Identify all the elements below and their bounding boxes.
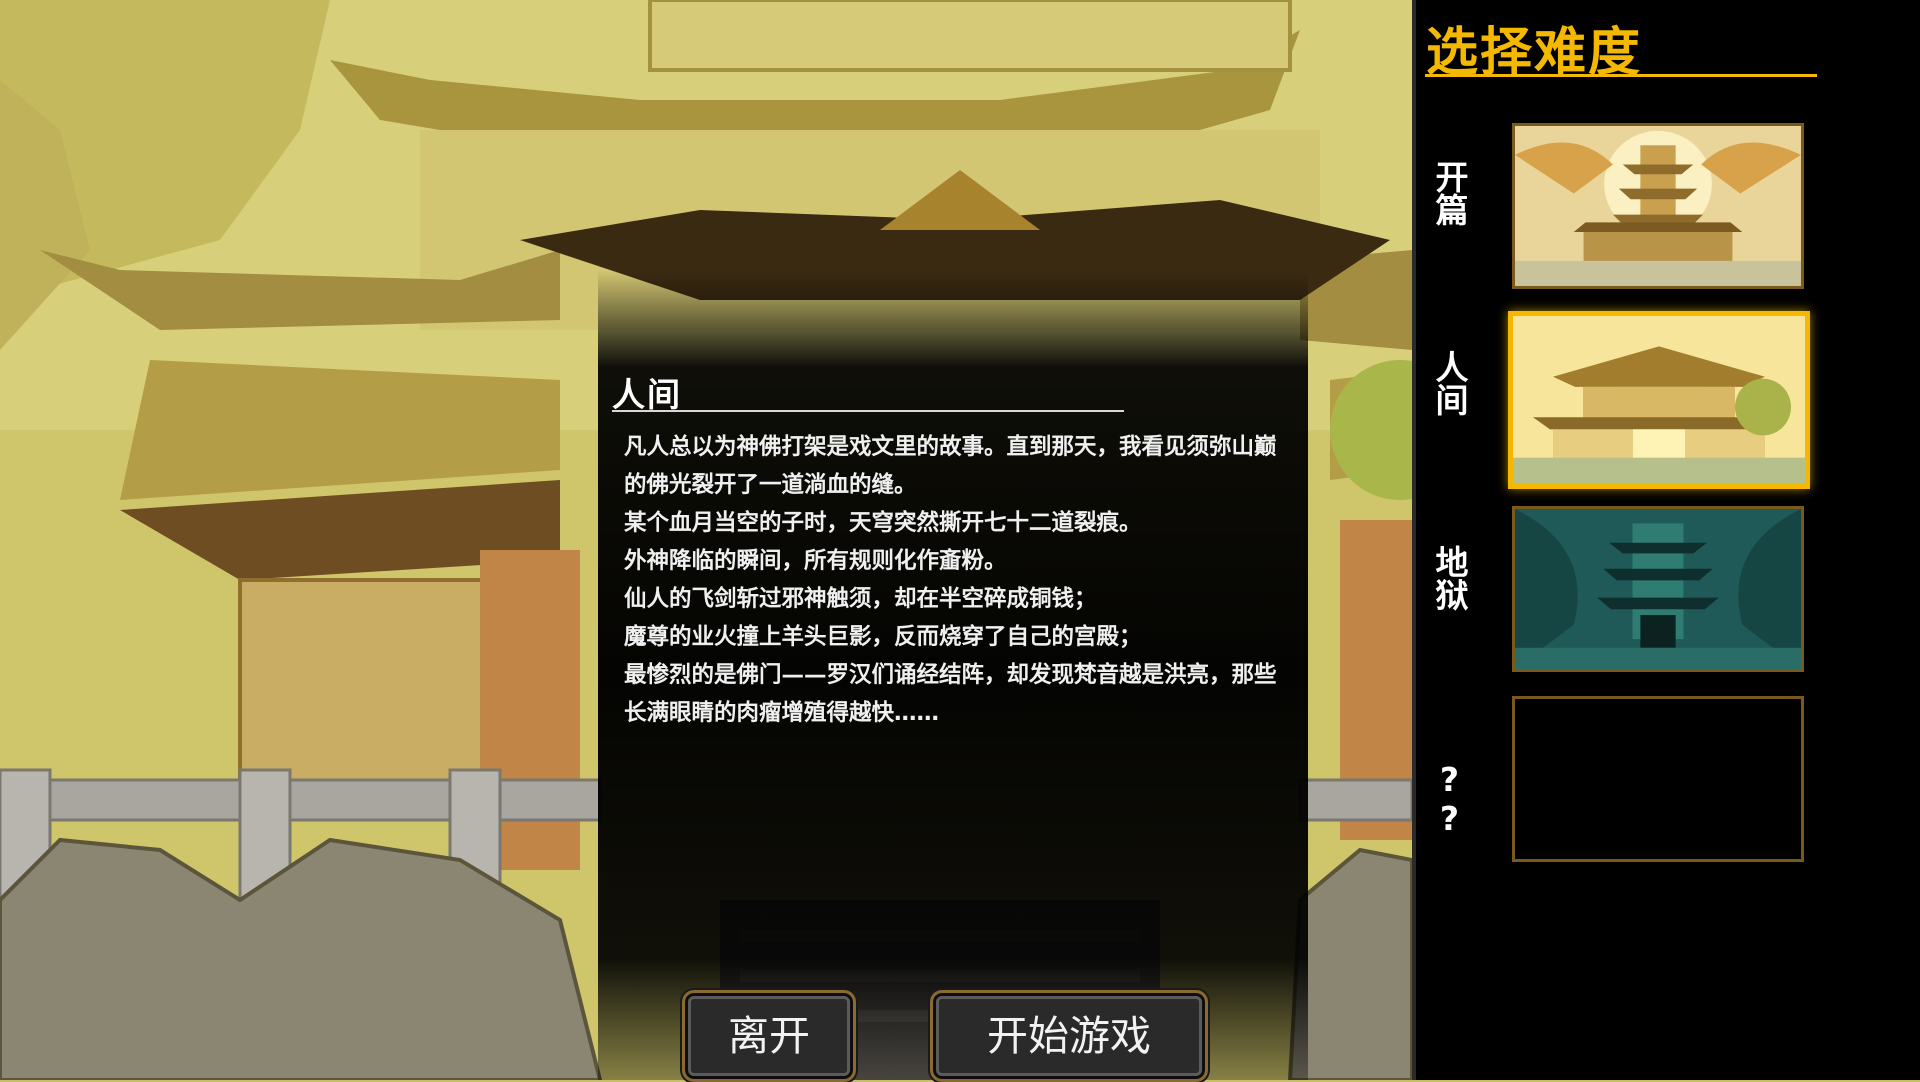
story-line: 仙人的飞剑斩过邪神触须，却在半空碎成铜钱； — [624, 586, 1097, 612]
difficulty-option-locked[interactable] — [1512, 696, 1804, 862]
story-line: 外神降临的瞬间，所有规则化作齑粉。 — [624, 548, 1007, 574]
sidebar-divider — [1425, 74, 1817, 77]
difficulty-label-locked: ?? — [1430, 760, 1469, 838]
panel-title: 人间 — [612, 375, 682, 414]
difficulty-option-opening[interactable] — [1512, 123, 1804, 289]
difficulty-label-opening: 开篇 — [1430, 160, 1469, 226]
difficulty-label-hell: 地狱 — [1430, 545, 1469, 611]
locked-thumbnail — [1515, 699, 1801, 859]
yellow-temple-thumbnail — [1513, 316, 1805, 484]
teal-hell-pagoda-thumbnail — [1515, 509, 1801, 669]
story-line: 魔尊的业火撞上羊头巨影，反而烧穿了自己的宫殿； — [624, 624, 1142, 650]
start-game-button[interactable]: 开始游戏 — [930, 990, 1208, 1082]
leave-button[interactable]: 离开 — [682, 990, 856, 1082]
story-line: 某个血月当空的子时，天穹突然撕开七十二道裂痕。 — [624, 510, 1142, 536]
story-line: 凡人总以为神佛打架是戏文里的故事。直到那天，我看见须弥山巅的佛光裂开了一道淌血的… — [624, 434, 1277, 498]
panel-divider — [612, 410, 1124, 412]
difficulty-option-hell[interactable] — [1512, 506, 1804, 672]
story-line: 最惨烈的是佛门——罗汉们诵经结阵，却发现梵音越是洪亮，那些长满眼睛的肉瘤增殖得越… — [624, 662, 1277, 726]
difficulty-option-mortal-world[interactable] — [1508, 311, 1810, 489]
golden-pagoda-thumbnail — [1515, 126, 1801, 286]
difficulty-label-mortal-world: 人间 — [1430, 350, 1469, 416]
story-text: 凡人总以为神佛打架是戏文里的故事。直到那天，我看见须弥山巅的佛光裂开了一道淌血的… — [624, 428, 1284, 732]
